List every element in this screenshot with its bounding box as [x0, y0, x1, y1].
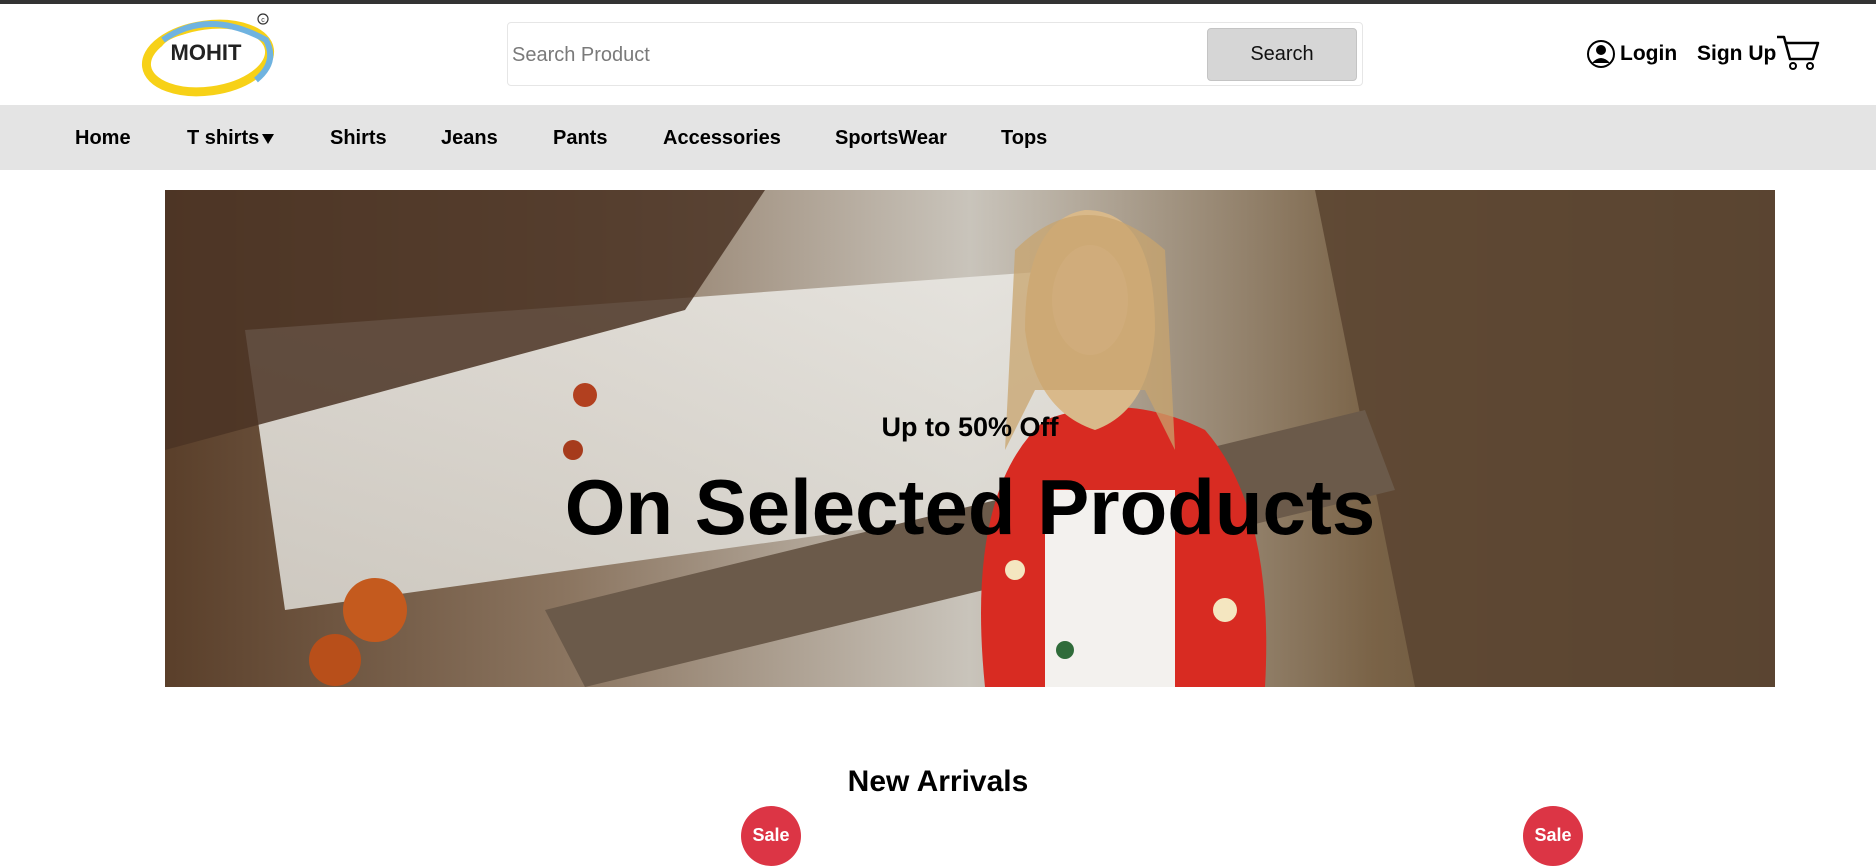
category-nav: Home T shirts Shirts Jeans Pants Accesso… — [0, 105, 1876, 170]
user-circle-icon — [1587, 40, 1615, 68]
shopping-cart-icon[interactable] — [1775, 32, 1821, 72]
svg-text:c: c — [261, 17, 265, 24]
hero-subheading: Up to 50% Off — [881, 412, 1059, 442]
sale-badge: Sale — [741, 806, 801, 866]
nav-sportswear[interactable]: SportsWear — [835, 127, 947, 150]
brand-logo[interactable]: MOHIT c — [138, 10, 280, 102]
nav-jeans[interactable]: Jeans — [441, 127, 498, 150]
nav-home[interactable]: Home — [75, 127, 131, 150]
nav-shirts[interactable]: Shirts — [330, 127, 387, 150]
login-link[interactable]: Login — [1586, 34, 1677, 74]
dropdown-caret-icon — [262, 133, 275, 144]
sale-badge: Sale — [1523, 806, 1583, 866]
svg-text:MOHIT: MOHIT — [171, 40, 242, 65]
nav-pants[interactable]: Pants — [553, 127, 607, 150]
signup-label: Sign Up — [1697, 42, 1777, 65]
hero-banner[interactable]: Up to 50% Off On Selected Products — [165, 190, 1775, 687]
search-input[interactable] — [510, 31, 1204, 79]
site-header: MOHIT c Search Login Sign Up — [0, 4, 1876, 105]
nav-accessories[interactable]: Accessories — [663, 127, 781, 150]
nav-tshirts[interactable]: T shirts — [187, 127, 275, 150]
hero-heading: On Selected Products — [564, 463, 1376, 551]
nav-tops[interactable]: Tops — [1001, 127, 1047, 150]
search-bar: Search — [507, 22, 1363, 86]
new-arrivals-title: New Arrivals — [847, 765, 1029, 798]
signup-link[interactable]: Sign Up — [1697, 34, 1776, 74]
login-label: Login — [1620, 42, 1678, 65]
search-button[interactable]: Search — [1207, 28, 1357, 81]
